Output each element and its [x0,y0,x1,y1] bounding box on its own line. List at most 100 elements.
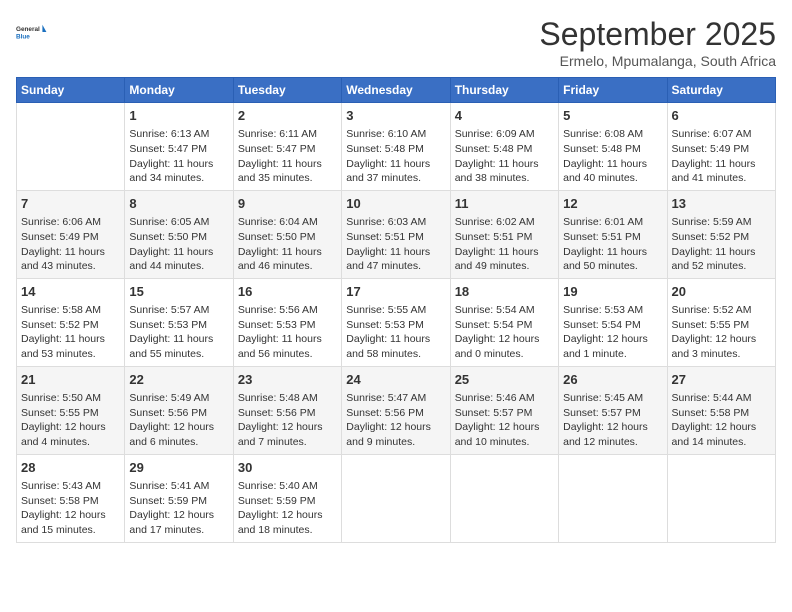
cell-info: Sunset: 5:54 PM [455,318,554,333]
calendar-cell: 30Sunrise: 5:40 AMSunset: 5:59 PMDayligh… [233,454,341,542]
day-number: 7 [21,195,120,213]
calendar-cell [559,454,667,542]
cell-info: Sunset: 5:52 PM [672,230,771,245]
calendar-cell: 22Sunrise: 5:49 AMSunset: 5:56 PMDayligh… [125,366,233,454]
calendar-cell: 1Sunrise: 6:13 AMSunset: 5:47 PMDaylight… [125,103,233,191]
cell-info: and 0 minutes. [455,347,554,362]
day-number: 3 [346,107,445,125]
cell-info: Sunrise: 5:49 AM [129,391,228,406]
cell-info: Sunrise: 6:10 AM [346,127,445,142]
cell-info: Sunrise: 5:45 AM [563,391,662,406]
cell-info: Sunset: 5:47 PM [129,142,228,157]
calendar-cell: 26Sunrise: 5:45 AMSunset: 5:57 PMDayligh… [559,366,667,454]
calendar-cell: 7Sunrise: 6:06 AMSunset: 5:49 PMDaylight… [17,190,125,278]
cell-info: Daylight: 12 hours [455,420,554,435]
cell-info: Sunset: 5:47 PM [238,142,337,157]
calendar-cell: 18Sunrise: 5:54 AMSunset: 5:54 PMDayligh… [450,278,558,366]
cell-info: Sunset: 5:48 PM [563,142,662,157]
calendar-cell: 11Sunrise: 6:02 AMSunset: 5:51 PMDayligh… [450,190,558,278]
day-number: 16 [238,283,337,301]
month-title: September 2025 [539,16,776,53]
day-number: 25 [455,371,554,389]
cell-info: and 55 minutes. [129,347,228,362]
calendar-cell: 6Sunrise: 6:07 AMSunset: 5:49 PMDaylight… [667,103,775,191]
calendar-cell: 4Sunrise: 6:09 AMSunset: 5:48 PMDaylight… [450,103,558,191]
cell-info: Sunset: 5:57 PM [563,406,662,421]
cell-info: Sunset: 5:55 PM [21,406,120,421]
cell-info: Daylight: 12 hours [21,420,120,435]
cell-info: and 41 minutes. [672,171,771,186]
cell-info: Sunrise: 5:41 AM [129,479,228,494]
cell-info: Daylight: 11 hours [21,332,120,347]
day-number: 5 [563,107,662,125]
location-subtitle: Ermelo, Mpumalanga, South Africa [539,53,776,69]
cell-info: Daylight: 11 hours [346,157,445,172]
cell-info: and 12 minutes. [563,435,662,450]
cell-info: Sunset: 5:53 PM [238,318,337,333]
cell-info: Daylight: 11 hours [238,157,337,172]
cell-info: Sunset: 5:56 PM [129,406,228,421]
day-number: 24 [346,371,445,389]
day-number: 20 [672,283,771,301]
cell-info: Sunrise: 6:09 AM [455,127,554,142]
calendar-cell: 12Sunrise: 6:01 AMSunset: 5:51 PMDayligh… [559,190,667,278]
cell-info: Daylight: 11 hours [129,332,228,347]
cell-info: Sunset: 5:53 PM [346,318,445,333]
cell-info: Sunrise: 6:02 AM [455,215,554,230]
cell-info: and 18 minutes. [238,523,337,538]
day-number: 12 [563,195,662,213]
page-header: GeneralBlue September 2025 Ermelo, Mpuma… [16,16,776,69]
day-number: 1 [129,107,228,125]
calendar-cell: 24Sunrise: 5:47 AMSunset: 5:56 PMDayligh… [342,366,450,454]
cell-info: and 3 minutes. [672,347,771,362]
cell-info: Daylight: 12 hours [129,508,228,523]
cell-info: Sunset: 5:56 PM [238,406,337,421]
cell-info: Sunrise: 5:55 AM [346,303,445,318]
calendar-cell: 10Sunrise: 6:03 AMSunset: 5:51 PMDayligh… [342,190,450,278]
cell-info: Sunrise: 5:44 AM [672,391,771,406]
cell-info: Daylight: 11 hours [672,157,771,172]
cell-info: Daylight: 12 hours [563,332,662,347]
calendar-cell: 15Sunrise: 5:57 AMSunset: 5:53 PMDayligh… [125,278,233,366]
cell-info: Sunrise: 6:07 AM [672,127,771,142]
cell-info: and 9 minutes. [346,435,445,450]
cell-info: and 43 minutes. [21,259,120,274]
day-number: 8 [129,195,228,213]
calendar-table: SundayMondayTuesdayWednesdayThursdayFrid… [16,77,776,543]
calendar-cell: 2Sunrise: 6:11 AMSunset: 5:47 PMDaylight… [233,103,341,191]
calendar-cell: 17Sunrise: 5:55 AMSunset: 5:53 PMDayligh… [342,278,450,366]
cell-info: and 38 minutes. [455,171,554,186]
cell-info: Daylight: 11 hours [346,245,445,260]
cell-info: Daylight: 11 hours [21,245,120,260]
day-number: 4 [455,107,554,125]
cell-info: Sunset: 5:57 PM [455,406,554,421]
calendar-cell: 16Sunrise: 5:56 AMSunset: 5:53 PMDayligh… [233,278,341,366]
col-header-wednesday: Wednesday [342,78,450,103]
cell-info: and 4 minutes. [21,435,120,450]
calendar-cell [450,454,558,542]
calendar-cell: 14Sunrise: 5:58 AMSunset: 5:52 PMDayligh… [17,278,125,366]
cell-info: Sunset: 5:59 PM [238,494,337,509]
cell-info: Sunrise: 5:53 AM [563,303,662,318]
cell-info: and 7 minutes. [238,435,337,450]
cell-info: Sunset: 5:58 PM [672,406,771,421]
cell-info: Daylight: 12 hours [346,420,445,435]
cell-info: Sunrise: 6:08 AM [563,127,662,142]
calendar-cell [17,103,125,191]
day-number: 21 [21,371,120,389]
cell-info: Sunset: 5:48 PM [455,142,554,157]
cell-info: and 47 minutes. [346,259,445,274]
cell-info: Daylight: 11 hours [346,332,445,347]
cell-info: Sunset: 5:51 PM [346,230,445,245]
cell-info: Sunrise: 6:05 AM [129,215,228,230]
cell-info: Sunset: 5:53 PM [129,318,228,333]
logo: GeneralBlue [16,16,48,48]
cell-info: Sunrise: 5:58 AM [21,303,120,318]
cell-info: and 44 minutes. [129,259,228,274]
cell-info: Sunset: 5:51 PM [455,230,554,245]
cell-info: Daylight: 11 hours [238,245,337,260]
calendar-cell: 8Sunrise: 6:05 AMSunset: 5:50 PMDaylight… [125,190,233,278]
cell-info: Sunset: 5:49 PM [21,230,120,245]
day-number: 18 [455,283,554,301]
cell-info: Sunset: 5:54 PM [563,318,662,333]
